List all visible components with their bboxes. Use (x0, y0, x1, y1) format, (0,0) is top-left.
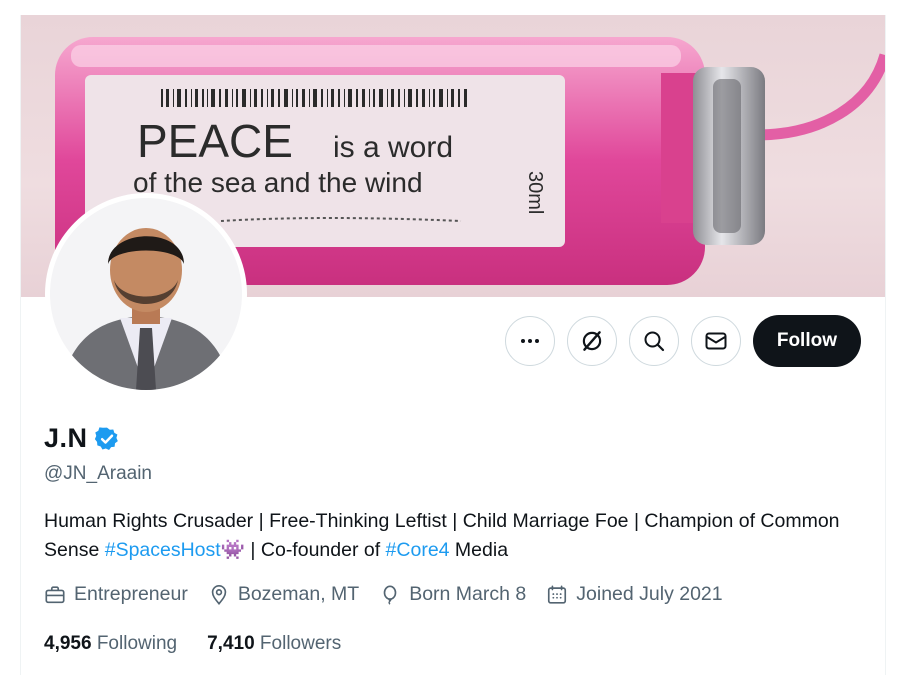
message-button[interactable] (690, 316, 741, 366)
profile-handle: @JN_Araain (44, 463, 152, 484)
profile-bio: Human Rights Crusader | Free-Thinking Le… (44, 507, 844, 565)
followers-label: Followers (259, 633, 342, 654)
search-button[interactable] (628, 316, 679, 366)
display-name: J.N (44, 423, 88, 453)
grok-icon (582, 331, 602, 351)
briefcase-icon (45, 585, 65, 603)
more-button[interactable] (504, 316, 555, 366)
profession-item: Entrepreneur (44, 583, 188, 606)
hashtag-link[interactable]: #SpacesHost (105, 539, 221, 561)
avatar[interactable] (45, 193, 247, 395)
profession-text: Entrepreneur (74, 583, 188, 605)
calendar-icon (548, 584, 567, 604)
joined-item: Joined July 2021 (546, 583, 723, 606)
location-item: Bozeman, MT (208, 583, 359, 606)
vial-text-sea-wind: of the sea and the wind (133, 167, 423, 198)
search-icon (644, 331, 664, 352)
verified-badge-icon[interactable] (94, 426, 120, 452)
vial-text-is-a-word: is a word (333, 131, 453, 164)
following-link[interactable]: 4,956 Following (44, 633, 177, 655)
more-horizontal-icon (520, 339, 539, 343)
grok-button[interactable] (566, 316, 617, 366)
vial-text-volume: 30ml (524, 171, 546, 214)
follow-button[interactable]: Follow (752, 315, 861, 367)
profile-actions: Follow (504, 315, 861, 367)
bio-text: | Co-founder of (244, 539, 386, 561)
birthday-text: Born March 8 (409, 583, 527, 605)
balloon-icon (383, 584, 397, 605)
location-pin-icon (211, 584, 227, 605)
location-text: Bozeman, MT (237, 583, 360, 605)
following-count: 4,956 (44, 633, 92, 654)
avatar-photo (50, 198, 242, 390)
profile-card: PEACE is a word of the sea and the wind … (20, 15, 886, 675)
hashtag-link[interactable]: #Core4 (386, 539, 450, 561)
profile-meta: Entrepreneur Bozeman, MT Born March 8 Jo… (44, 583, 723, 606)
followers-link[interactable]: 7,410 Followers (207, 633, 341, 655)
followers-count: 7,410 (207, 633, 255, 654)
following-label: Following (96, 633, 178, 654)
mail-icon (705, 332, 727, 350)
bio-emoji: 👾 (220, 539, 245, 561)
profile-name-row: J.N (44, 423, 120, 454)
profile-stats: 4,956 Following 7,410 Followers (44, 633, 341, 655)
vial-text-peace: PEACE (137, 115, 293, 167)
bio-text: Media (449, 539, 509, 561)
birthday-item: Born March 8 (379, 583, 526, 606)
joined-text: Joined July 2021 (576, 583, 723, 605)
